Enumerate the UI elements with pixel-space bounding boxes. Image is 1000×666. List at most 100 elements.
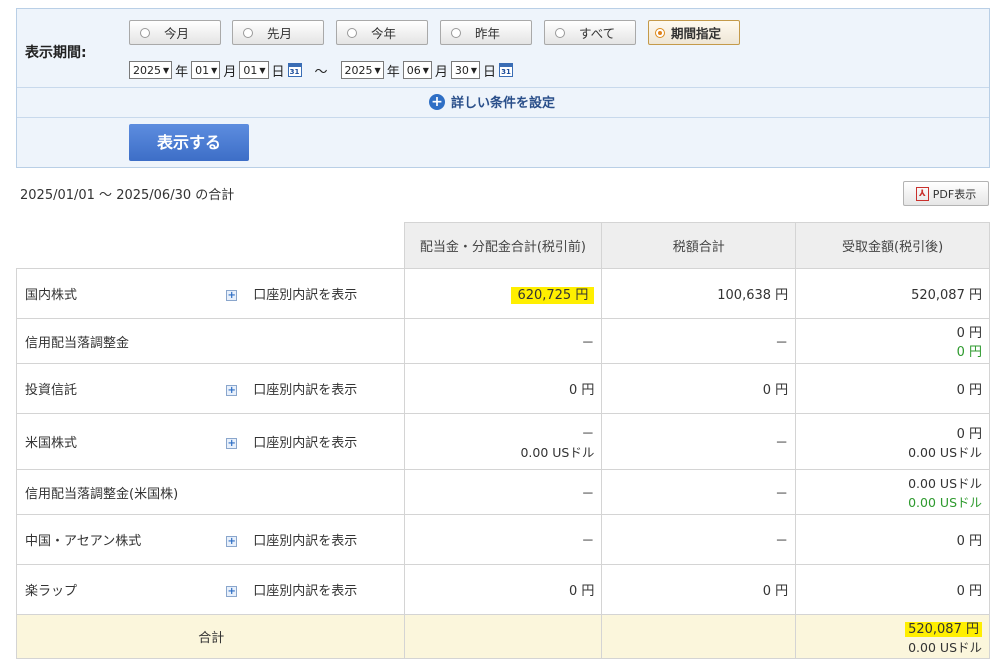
radio-icon [243,27,253,38]
net-value-usd: 0.00 USドル [908,444,982,460]
from-month-select[interactable]: 01 ▼ [191,61,221,79]
to-day-select[interactable]: 30 ▼ [450,61,481,79]
more-conditions-link[interactable]: + 詳しい条件を設定 [429,92,555,111]
row-name: 国内株式 [16,268,223,319]
net-cell: 0 円 [795,514,990,565]
period-last-year-button[interactable]: 昨年 [440,20,532,45]
gross-cell: － 0.00 USドル [403,413,603,470]
chevron-down-icon: ▼ [211,65,218,75]
row-name: 投資信託 [16,363,223,414]
table-row: 投資信託 + 口座別内訳を表示 0 円 0 円 0 円 [16,363,990,414]
chevron-down-icon: ▼ [163,65,170,75]
table-row: 米国株式 + 口座別内訳を表示 － 0.00 USドル － 0 円 0.00 US… [16,413,990,470]
period-label-text: 今月 [164,26,190,41]
tax-cell: － [601,413,797,470]
calendar-icon[interactable]: 31 [287,63,302,77]
select-value: 2025 [344,63,373,77]
pdf-button[interactable]: ⅄ PDF表示 [903,181,989,206]
chevron-down-icon: ▼ [374,65,381,75]
from-day-select[interactable]: 01 ▼ [239,61,269,79]
table-row: 信用配当落調整金 － － 0 円 0 円 [16,318,990,364]
net-value: 0 円 [956,426,982,442]
table-header-row: 配当金・分配金合計(税引前) 税額合計 受取金額(税引後) [16,222,990,269]
breakdown-link[interactable]: + 口座別内訳を表示 [222,564,405,615]
calendar-icon-text: 31 [501,68,511,76]
table-row: 楽ラップ + 口座別内訳を表示 0 円 0 円 0 円 [16,564,990,615]
select-value: 30 [454,63,469,77]
date-range-row: 2025 ▼ 年 01 ▼ 月 01 ▼ 日 31 〜 2025 ▼ 年 06 ▼ 月 3… [129,61,516,80]
pdf-icon: ⅄ [915,186,929,201]
expand-icon: + [226,586,238,597]
radio-icon [451,27,461,38]
period-label-text: 昨年 [475,26,501,41]
select-value: 2025 [133,63,161,77]
radio-icon [140,27,150,38]
net-cell: 0 円 [795,564,990,615]
total-net-usd: 0.00 USドル [908,639,982,655]
total-label: 合計 [16,614,405,659]
to-month-select[interactable]: 06 ▼ [402,61,432,79]
table-row: 信用配当落調整金(米国株) － － 0.00 USドル 0.00 USドル [16,469,990,515]
select-value: 01 [195,63,210,77]
day-unit: 日 [483,64,497,80]
tax-cell: 100,638 円 [601,268,797,319]
month-unit: 月 [434,64,448,80]
net-cell: 0 円 0.00 USドル [795,413,990,470]
net-value-usd: 0.00 USドル [908,476,982,491]
period-all-button[interactable]: すべて [544,20,636,45]
expand-icon: + [226,290,238,301]
year-unit: 年 [175,64,189,80]
header-net: 受取金額(税引後) [795,222,990,269]
period-label-text: 今年 [371,26,397,41]
period-label-text: 期間指定 [671,26,722,41]
filter-panel: 表示期間: 今月 先月 今年 昨年 すべて 期間指定 2025▼ 年 01▼ [16,8,990,168]
period-custom-button[interactable]: 期間指定 [648,20,740,45]
show-button[interactable]: 表示する [129,124,249,161]
divider [17,117,989,118]
gross-cell: － [403,469,603,515]
expand-icon: + [226,536,238,547]
range-separator: 〜 [314,64,328,80]
breakdown-link[interactable]: + 口座別内訳を表示 [222,514,405,565]
radio-selected-icon [655,27,665,38]
period-this-year-button[interactable]: 今年 [336,20,428,45]
header-tax: 税額合計 [601,222,797,269]
row-name: 信用配当落調整金 [16,318,223,364]
tax-cell: 0 円 [601,363,797,414]
total-tax-cell [601,614,797,659]
table-row: 国内株式 + 口座別内訳を表示 620,725 円 100,638 円 520,0… [16,268,990,319]
summary-range: 2025/01/01 〜 2025/06/30 の合計 [20,188,235,203]
tax-cell: 0 円 [601,564,797,615]
period-this-month-button[interactable]: 今月 [129,20,221,45]
divider [17,87,989,88]
breakdown-link[interactable]: + 口座別内訳を表示 [222,268,405,319]
net-value: 0 円 [956,326,982,341]
header-gross: 配当金・分配金合計(税引前) [403,222,603,269]
pdf-button-label: PDF表示 [932,187,977,201]
period-last-month-button[interactable]: 先月 [232,20,324,45]
radio-icon [555,27,565,38]
net-cell: 0.00 USドル 0.00 USドル [795,469,990,515]
day-unit: 日 [271,64,285,80]
row-name: 米国株式 [16,413,223,470]
breakdown-link[interactable]: + 口座別内訳を表示 [222,363,405,414]
gross-value-highlighted: 620,725 円 [511,287,595,304]
net-value-usd-secondary: 0.00 USドル [908,495,982,510]
net-cell: 0 円 [795,363,990,414]
year-unit: 年 [386,64,400,80]
gross-cell: 0 円 [403,363,603,414]
from-year-select[interactable]: 2025 ▼ [129,61,173,79]
total-row: 合計 520,087 円 0.00 USドル [16,614,990,659]
calendar-icon[interactable]: 31 [499,63,514,77]
gross-cell: 620,725 円 [403,268,603,319]
expand-icon: + [226,438,238,449]
gross-value: － [581,426,595,442]
plus-circle-icon: + [429,93,445,110]
to-year-select[interactable]: 2025 ▼ [340,61,384,79]
total-net-cell: 520,087 円 0.00 USドル [795,614,990,659]
period-label-text: 先月 [267,26,293,41]
net-cell: 0 円 0 円 [795,318,990,364]
chevron-down-icon: ▼ [259,65,266,75]
table-row: 中国・アセアン株式 + 口座別内訳を表示 － － 0 円 [16,514,990,565]
breakdown-link[interactable]: + 口座別内訳を表示 [222,413,405,470]
